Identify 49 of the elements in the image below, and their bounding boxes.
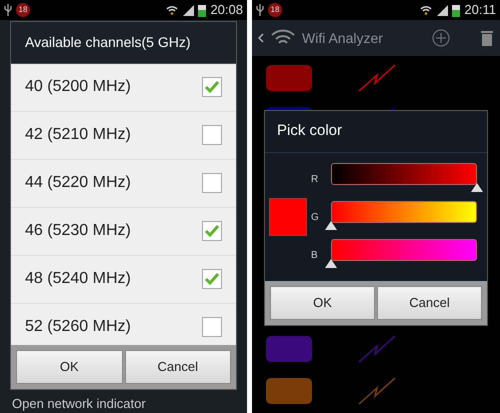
zigzag-line bbox=[357, 63, 397, 93]
channel-label: G bbox=[311, 210, 320, 224]
notification-badge: 18 bbox=[16, 3, 30, 17]
clock: 20:11 bbox=[464, 1, 496, 20]
color-swatch[interactable] bbox=[266, 336, 312, 362]
checkbox[interactable] bbox=[202, 317, 222, 337]
channel-label: B bbox=[311, 248, 319, 262]
signal-icon bbox=[182, 4, 194, 16]
channel-item[interactable]: 46 (5230 MHz) bbox=[11, 208, 236, 256]
slider-thumb[interactable] bbox=[471, 183, 483, 192]
wifi-icon bbox=[420, 4, 432, 16]
cancel-button[interactable]: Cancel bbox=[377, 286, 482, 320]
usb-icon bbox=[256, 4, 264, 16]
channel-item[interactable]: 44 (5220 MHz) bbox=[11, 160, 236, 208]
color-swatch[interactable] bbox=[266, 378, 312, 404]
clock: 20:08 bbox=[210, 1, 243, 20]
trash-icon[interactable] bbox=[480, 29, 494, 47]
app-title: Wifi Analyzer bbox=[302, 28, 384, 48]
slider-thumb[interactable] bbox=[325, 259, 337, 268]
checkbox[interactable] bbox=[202, 77, 222, 97]
channel-label: R bbox=[311, 172, 320, 186]
checkbox[interactable] bbox=[202, 125, 222, 145]
slider-thumb[interactable] bbox=[325, 221, 337, 230]
ok-button[interactable]: OK bbox=[270, 286, 375, 320]
channel-item[interactable]: 48 (5240 MHz) bbox=[11, 256, 236, 304]
channel-item[interactable]: 42 (5210 MHz) bbox=[11, 112, 236, 160]
zigzag-line bbox=[357, 376, 397, 406]
setting-label: Open network indicator bbox=[11, 394, 147, 413]
cancel-button[interactable]: Cancel bbox=[124, 350, 231, 384]
color-swatch[interactable] bbox=[266, 65, 312, 91]
check-icon bbox=[204, 224, 220, 238]
notification-badge: 18 bbox=[268, 3, 282, 17]
channel-item[interactable]: 40 (5200 MHz) bbox=[11, 64, 236, 112]
wifi-icon bbox=[166, 4, 178, 16]
zigzag-line bbox=[357, 334, 397, 364]
usb-icon bbox=[4, 4, 12, 16]
checkbox[interactable] bbox=[202, 221, 222, 241]
battery-icon bbox=[452, 4, 460, 16]
battery-icon bbox=[198, 4, 206, 16]
check-icon bbox=[204, 272, 220, 286]
ok-button[interactable]: OK bbox=[16, 350, 122, 384]
signal-icon bbox=[436, 4, 448, 16]
checkbox[interactable] bbox=[202, 269, 222, 289]
checkbox[interactable] bbox=[202, 173, 222, 193]
check-icon bbox=[204, 80, 220, 94]
add-icon[interactable] bbox=[432, 29, 450, 47]
color-preview bbox=[269, 198, 307, 236]
back-icon[interactable] bbox=[258, 33, 264, 43]
dialog-title: Pick color bbox=[265, 111, 487, 153]
